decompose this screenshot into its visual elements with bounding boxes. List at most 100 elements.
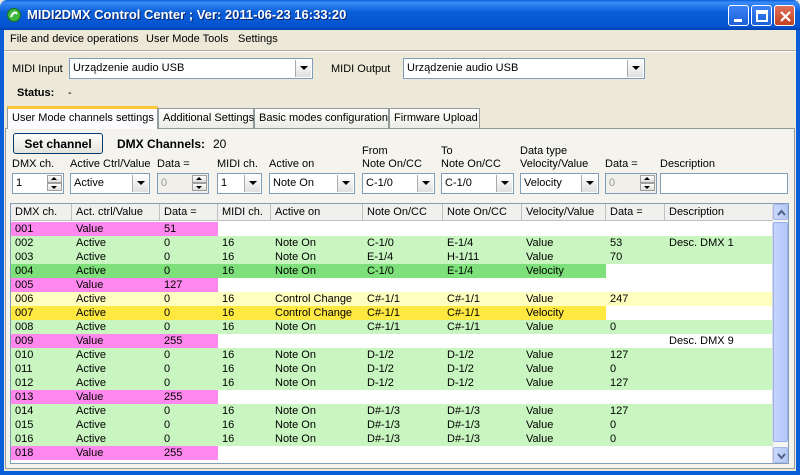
- from-note-select[interactable]: C-1/0: [362, 173, 435, 194]
- col-header-to-note[interactable]: Note On/CC: [443, 204, 522, 221]
- channels-grid[interactable]: DMX ch. Act. ctrl/Value Data = MIDI ch. …: [10, 203, 789, 464]
- table-row[interactable]: 004 Active 0 16 Note On C-1/0 E-1/4 Velocity: [11, 264, 776, 278]
- chevron-down-icon[interactable]: [417, 175, 433, 192]
- spin-down-icon[interactable]: [47, 183, 62, 191]
- active-select[interactable]: Active: [70, 173, 150, 194]
- cell-to-note: E-1/4: [443, 264, 522, 278]
- chevron-down-icon[interactable]: [581, 175, 597, 192]
- spin-up-icon[interactable]: [47, 175, 62, 183]
- col-header-data2[interactable]: Data =: [606, 204, 665, 221]
- midi-output-select[interactable]: Urządzenie audio USB: [403, 58, 645, 79]
- col-header-act-ctrl[interactable]: Act. ctrl/Value: [72, 204, 160, 221]
- midi-ch-select[interactable]: 1: [217, 173, 262, 194]
- table-row[interactable]: 002 Active 0 16 Note On C-1/0 E-1/4 Value 53 Desc…: [11, 236, 776, 250]
- table-row[interactable]: 015 Active 0 16 Note On D#-1/3 D#-1/3 Value 0: [11, 418, 776, 432]
- table-row[interactable]: 010 Active 0 16 Note On D-1/2 D-1/2 Value 127: [11, 348, 776, 362]
- midi-ch-label: MIDI ch.: [217, 158, 258, 170]
- dmx-channels-value: 20: [213, 137, 227, 151]
- spin-down-icon[interactable]: [192, 183, 207, 191]
- maximize-button[interactable]: [751, 5, 772, 26]
- scroll-thumb[interactable]: [773, 222, 788, 442]
- table-row[interactable]: 011 Active 0 16 Note On D-1/2 D-1/2 Value 0: [11, 362, 776, 376]
- active-on-value: Note On: [273, 177, 314, 189]
- cell-from-note: D#-1/3: [363, 432, 443, 446]
- cell-from-note: C#-1/1: [363, 292, 443, 306]
- chevron-down-icon[interactable]: [337, 175, 353, 192]
- col-header-dmx-ch[interactable]: DMX ch.: [11, 204, 72, 221]
- dmx-ch-stepper[interactable]: 1: [12, 173, 64, 194]
- chevron-down-icon[interactable]: [132, 175, 148, 192]
- close-button[interactable]: [774, 5, 795, 26]
- description-input[interactable]: [660, 173, 788, 194]
- table-row[interactable]: 007 Active 0 16 Control Change C#-1/1 C#-1/1 Ve…: [11, 306, 776, 320]
- col-header-velocity-value[interactable]: Velocity/Value: [522, 204, 606, 221]
- menu-bar: File and device operations User Mode Too…: [4, 30, 796, 49]
- scroll-down-button[interactable]: [773, 447, 788, 463]
- status-label: Status:: [17, 87, 55, 99]
- cell-description: [665, 250, 776, 264]
- table-row[interactable]: 006 Active 0 16 Control Change C#-1/1 C#-1/1 Va…: [11, 292, 776, 306]
- cell-data2: [606, 390, 665, 404]
- table-row[interactable]: 003 Active 0 16 Note On E-1/4 H-1/11 Value 70: [11, 250, 776, 264]
- table-row[interactable]: 001 Value 51: [11, 222, 776, 236]
- spin-down-icon[interactable]: [640, 183, 655, 191]
- active-on-select[interactable]: Note On: [269, 173, 355, 194]
- cell-act-ctrl: Active: [72, 320, 160, 334]
- col-header-description[interactable]: Description: [665, 204, 776, 221]
- cell-active-on: Note On: [271, 432, 363, 446]
- maximize-icon: [756, 10, 768, 22]
- cell-data: 255: [160, 446, 218, 460]
- table-row[interactable]: 014 Active 0 16 Note On D#-1/3 D#-1/3 Value 127: [11, 404, 776, 418]
- cell-data2: 127: [606, 376, 665, 390]
- col-header-midi-ch[interactable]: MIDI ch.: [218, 204, 271, 221]
- vertical-scrollbar[interactable]: [772, 204, 788, 463]
- chevron-down-icon[interactable]: [295, 60, 311, 77]
- cell-velocity-value: [522, 278, 606, 292]
- tab-user-mode-channels[interactable]: User Mode channels settings: [7, 106, 158, 129]
- cell-description: [665, 222, 776, 236]
- cell-data: 0: [160, 348, 218, 362]
- chevron-down-icon[interactable]: [244, 175, 260, 192]
- window-frame-right: [796, 30, 800, 475]
- cell-act-ctrl: Active: [72, 432, 160, 446]
- table-row[interactable]: 008 Active 0 16 Note On C#-1/1 C#-1/1 Value 0: [11, 320, 776, 334]
- menu-settings[interactable]: Settings: [238, 33, 278, 45]
- cell-data2: 53: [606, 236, 665, 250]
- minimize-button[interactable]: [728, 5, 749, 26]
- data2-stepper[interactable]: 0: [605, 173, 657, 194]
- spin-up-icon[interactable]: [192, 175, 207, 183]
- cell-active-on: Note On: [271, 404, 363, 418]
- menu-user-mode-tools[interactable]: User Mode Tools: [146, 33, 228, 45]
- chevron-down-icon[interactable]: [627, 60, 643, 77]
- table-row[interactable]: 018 Value 255: [11, 446, 776, 460]
- table-row[interactable]: 005 Value 127: [11, 278, 776, 292]
- cell-velocity-value: Value: [522, 362, 606, 376]
- cell-act-ctrl: Active: [72, 306, 160, 320]
- to-note-select[interactable]: C-1/0: [441, 173, 514, 194]
- table-row[interactable]: 012 Active 0 16 Note On D-1/2 D-1/2 Value 127: [11, 376, 776, 390]
- cell-midi-ch: 16: [218, 418, 271, 432]
- set-channel-button[interactable]: Set channel: [13, 133, 103, 154]
- table-row[interactable]: 016 Active 0 16 Note On D#-1/3 D#-1/3 Value 0: [11, 432, 776, 446]
- chevron-down-icon[interactable]: [496, 175, 512, 192]
- cell-dmx-ch: 015: [11, 418, 72, 432]
- tab-additional-settings[interactable]: Additional Settings: [158, 108, 254, 128]
- menu-file[interactable]: File and device operations: [10, 33, 138, 45]
- col-header-active-on[interactable]: Active on: [271, 204, 363, 221]
- data-type-select[interactable]: Velocity: [520, 173, 599, 194]
- tab-firmware-upload[interactable]: Firmware Upload: [389, 108, 480, 128]
- cell-to-note: D-1/2: [443, 376, 522, 390]
- tab-basic-modes[interactable]: Basic modes configuration: [254, 108, 389, 128]
- col-header-from-note[interactable]: Note On/CC: [363, 204, 443, 221]
- spin-up-icon[interactable]: [640, 175, 655, 183]
- table-row[interactable]: 013 Value 255: [11, 390, 776, 404]
- midi-input-select[interactable]: Urządzenie audio USB: [69, 58, 313, 79]
- from-label-1: From: [362, 145, 388, 157]
- table-row[interactable]: 009 Value 255 Desc. DMX 9: [11, 334, 776, 348]
- title-bar[interactable]: MIDI2DMX Control Center ; Ver: 2011-06-2…: [0, 0, 800, 30]
- cell-to-note: E-1/4: [443, 236, 522, 250]
- cell-active-on: Note On: [271, 376, 363, 390]
- col-header-data[interactable]: Data =: [160, 204, 218, 221]
- scroll-up-button[interactable]: [773, 204, 788, 220]
- data-stepper[interactable]: 0: [157, 173, 209, 194]
